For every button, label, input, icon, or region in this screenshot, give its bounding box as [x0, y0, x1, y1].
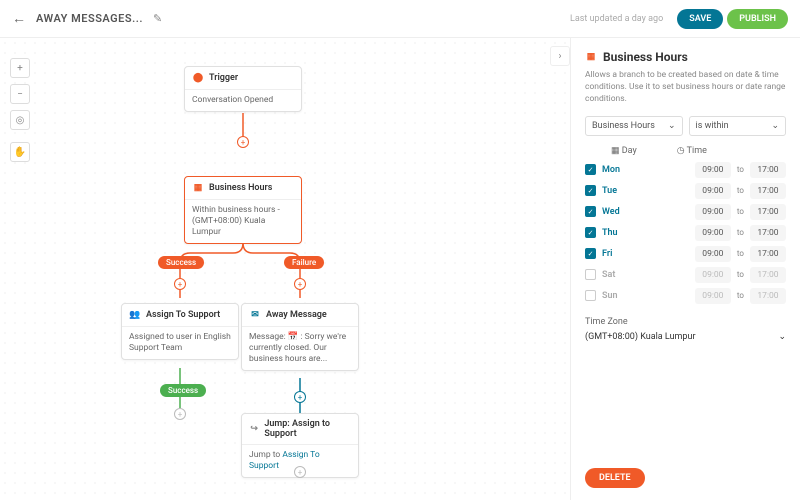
properties-panel: ▦ Business Hours Allows a branch to be c…	[570, 38, 800, 500]
to-label: to	[737, 291, 744, 300]
node-assign[interactable]: 👥 Assign To Support Assigned to user in E…	[121, 303, 239, 360]
add-step-button[interactable]: +	[294, 391, 306, 403]
condition-operator-select[interactable]: is within⌄	[689, 116, 787, 136]
node-title: Business Hours	[209, 183, 272, 193]
workflow-title: AWAY MESSAGES...	[36, 12, 143, 25]
topbar: ← AWAY MESSAGES... ✎ Last updated a day …	[0, 0, 800, 38]
branch-success: Success	[160, 384, 206, 397]
day-checkbox[interactable]: ✓	[585, 185, 596, 196]
time-to[interactable]: 17:00	[750, 183, 786, 199]
node-body: Conversation Opened	[185, 90, 301, 111]
publish-button[interactable]: PUBLISH	[727, 9, 788, 29]
add-step-button[interactable]: +	[174, 278, 186, 290]
time-from[interactable]: 09:00	[695, 183, 731, 199]
time-to[interactable]: 17:00	[750, 204, 786, 220]
time-from[interactable]: 09:00	[695, 162, 731, 178]
day-row: ✓ Mon 09:00 to 17:00	[585, 162, 786, 178]
day-checkbox[interactable]: ✓	[585, 290, 596, 301]
to-label: to	[737, 165, 744, 174]
to-label: to	[737, 186, 744, 195]
chevron-down-icon: ⌄	[778, 332, 786, 342]
node-title: Away Message	[266, 310, 327, 320]
assign-icon: 👥	[129, 309, 141, 321]
last-updated: Last updated a day ago	[570, 14, 663, 24]
time-to[interactable]: 17:00	[750, 246, 786, 262]
canvas[interactable]: + − ◎ ✋ ⬤ Trigger Conversation Opened + ▦…	[0, 38, 570, 500]
day-checkbox[interactable]: ✓	[585, 206, 596, 217]
trigger-icon: ⬤	[192, 72, 204, 84]
jump-icon: ↪	[249, 423, 259, 435]
node-business-hours[interactable]: ▦ Business Hours Within business hours - …	[184, 176, 302, 244]
time-from[interactable]: 09:00	[695, 246, 731, 262]
time-to[interactable]: 17:00	[750, 288, 786, 304]
time-to[interactable]: 17:00	[750, 267, 786, 283]
node-body: Message: 📅 : Sorry we're currently close…	[242, 327, 358, 370]
day-row: ✓ Wed 09:00 to 17:00	[585, 204, 786, 220]
day-name: Wed	[602, 207, 624, 217]
day-row: ✓ Thu 09:00 to 17:00	[585, 225, 786, 241]
day-row: ✓ Sun 09:00 to 17:00	[585, 288, 786, 304]
time-from[interactable]: 09:00	[695, 204, 731, 220]
to-label: to	[737, 228, 744, 237]
delete-button[interactable]: DELETE	[585, 468, 645, 488]
condition-type-select[interactable]: Business Hours⌄	[585, 116, 683, 136]
node-title: Assign To Support	[146, 310, 220, 320]
add-step-button[interactable]: +	[237, 136, 249, 148]
to-label: to	[737, 249, 744, 258]
fit-button[interactable]: ◎	[10, 110, 30, 130]
node-trigger[interactable]: ⬤ Trigger Conversation Opened	[184, 66, 302, 112]
to-label: to	[737, 207, 744, 216]
day-row: ✓ Sat 09:00 to 17:00	[585, 267, 786, 283]
day-name: Sun	[602, 291, 624, 301]
canvas-toolbar: + − ◎ ✋	[10, 58, 30, 162]
add-step-button[interactable]: +	[294, 466, 306, 478]
timezone-select[interactable]: (GMT+08:00) Kuala Lumpur⌄	[585, 330, 786, 345]
chevron-down-icon: ⌄	[771, 121, 779, 131]
pan-button[interactable]: ✋	[10, 142, 30, 162]
time-from[interactable]: 09:00	[695, 267, 731, 283]
node-title: Trigger	[209, 73, 238, 83]
day-row: ✓ Fri 09:00 to 17:00	[585, 246, 786, 262]
day-name: Sat	[602, 270, 624, 280]
node-body: Within business hours - (GMT+08:00) Kual…	[185, 200, 301, 243]
branch-failure: Failure	[284, 256, 324, 269]
day-name: Fri	[602, 249, 624, 259]
day-checkbox[interactable]: ✓	[585, 164, 596, 175]
panel-title: ▦ Business Hours	[585, 50, 786, 64]
day-name: Tue	[602, 186, 624, 196]
to-label: to	[737, 270, 744, 279]
day-row: ✓ Tue 09:00 to 17:00	[585, 183, 786, 199]
panel-collapse-button[interactable]: ›	[550, 46, 570, 66]
panel-description: Allows a branch to be created based on d…	[585, 70, 786, 106]
branch-success: Success	[158, 256, 204, 269]
zoom-in-button[interactable]: +	[10, 58, 30, 78]
zoom-out-button[interactable]: −	[10, 84, 30, 104]
chevron-down-icon: ⌄	[668, 121, 676, 131]
add-step-button[interactable]: +	[294, 278, 306, 290]
day-name: Mon	[602, 165, 624, 175]
day-name: Thu	[602, 228, 624, 238]
mail-icon: ✉	[249, 309, 261, 321]
calendar-icon: ▦	[192, 182, 204, 194]
node-away-message[interactable]: ✉ Away Message Message: 📅 : Sorry we're c…	[241, 303, 359, 371]
day-checkbox[interactable]: ✓	[585, 227, 596, 238]
day-checkbox[interactable]: ✓	[585, 269, 596, 280]
time-from[interactable]: 09:00	[695, 225, 731, 241]
edit-icon[interactable]: ✎	[153, 12, 162, 25]
calendar-icon: ▦	[585, 51, 597, 63]
node-title: Jump: Assign to Support	[264, 419, 351, 439]
time-from[interactable]: 09:00	[695, 288, 731, 304]
day-checkbox[interactable]: ✓	[585, 248, 596, 259]
schedule-header: ▦ Day ◷ Time	[585, 146, 786, 156]
node-body: Assigned to user in English Support Team	[122, 327, 238, 359]
time-to[interactable]: 17:00	[750, 225, 786, 241]
back-icon[interactable]: ←	[12, 10, 26, 27]
time-to[interactable]: 17:00	[750, 162, 786, 178]
timezone-label: Time Zone	[585, 317, 786, 327]
save-button[interactable]: SAVE	[677, 9, 723, 29]
add-step-button[interactable]: +	[174, 408, 186, 420]
